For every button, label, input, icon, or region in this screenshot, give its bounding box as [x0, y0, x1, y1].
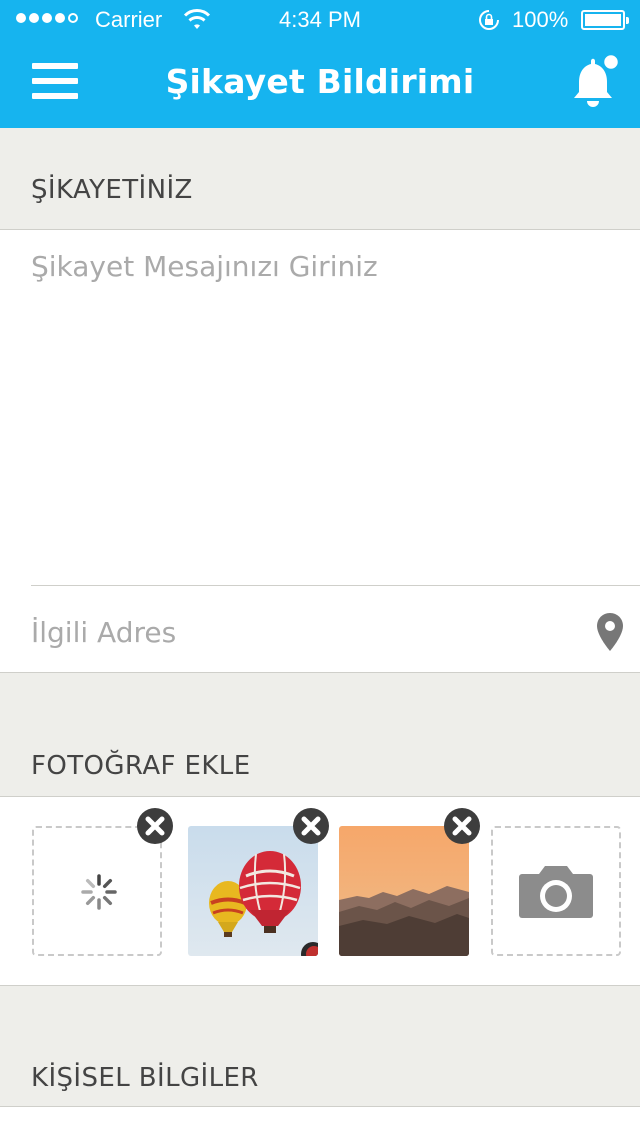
photo-section-title: FOTOĞRAF EKLE	[31, 751, 251, 781]
remove-photo-1-button[interactable]	[136, 807, 174, 845]
complaint-section-title: ŞİKAYETİNİZ	[31, 175, 193, 205]
personal-panel	[0, 1106, 640, 1136]
page-title: Şikayet Bildirimi	[165, 62, 475, 101]
location-button[interactable]	[596, 612, 624, 652]
complaint-screen: Carrier 4:34 PM 100% Şikayet Bildirimi Ş…	[0, 0, 640, 1136]
close-icon	[444, 808, 480, 844]
notifications-button[interactable]	[566, 52, 621, 111]
photo-thumbnail-balloons[interactable]	[188, 826, 318, 956]
location-pin-icon	[597, 613, 623, 651]
add-photo-button[interactable]	[491, 826, 621, 956]
hamburger-menu-icon	[32, 63, 78, 69]
sunset-mountains-image	[339, 826, 469, 956]
remove-photo-2-button[interactable]	[292, 807, 330, 845]
battery-icon	[581, 10, 629, 30]
photo-panel	[0, 796, 640, 986]
complaint-message-input[interactable]	[31, 250, 611, 580]
remove-photo-3-button[interactable]	[443, 807, 481, 845]
camera-icon	[519, 866, 593, 918]
photo-slot-loading	[32, 826, 162, 956]
notification-bell-icon	[574, 52, 621, 107]
top-bar: Carrier 4:34 PM 100% Şikayet Bildirimi	[0, 0, 640, 128]
menu-button[interactable]	[32, 63, 78, 103]
personal-section-title: KİŞİSEL BİLGİLER	[31, 1063, 259, 1093]
loading-spinner-icon	[81, 874, 117, 910]
address-input[interactable]	[31, 610, 571, 654]
close-icon	[137, 808, 173, 844]
close-icon	[293, 808, 329, 844]
rotation-lock-icon	[478, 9, 500, 37]
divider	[31, 585, 640, 586]
hot-air-balloons-image	[188, 826, 318, 956]
status-bar: Carrier 4:34 PM 100%	[0, 0, 640, 40]
battery-percent: 100%	[512, 7, 569, 32]
photo-thumbnail-sunset[interactable]	[339, 826, 469, 956]
complaint-panel	[0, 229, 640, 673]
